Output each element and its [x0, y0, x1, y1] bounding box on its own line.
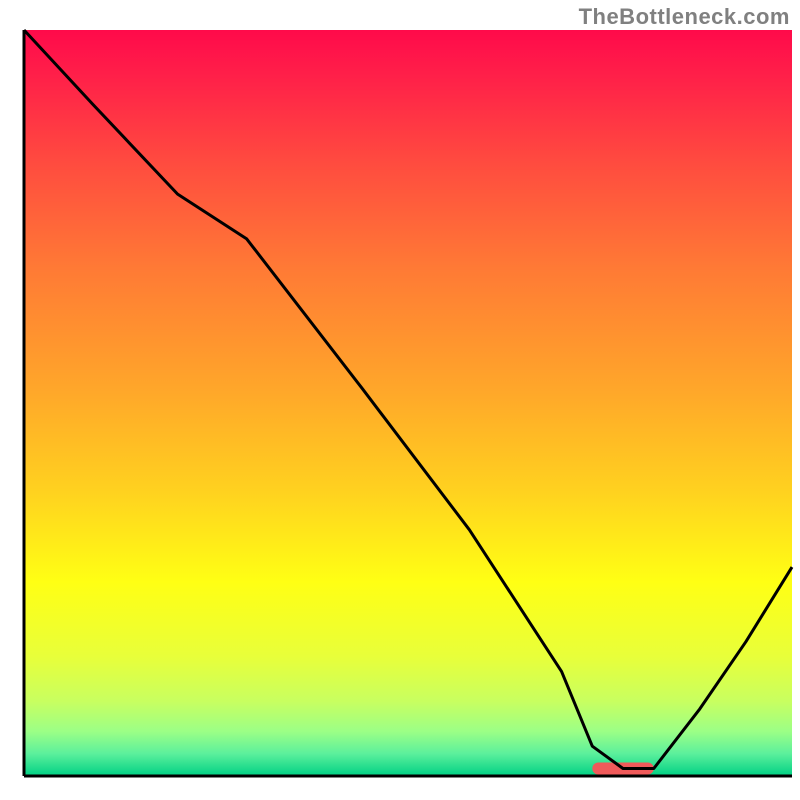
- watermark-text: TheBottleneck.com: [579, 4, 790, 30]
- chart-svg: [0, 0, 800, 800]
- plot-background: [24, 30, 792, 776]
- chart-container: TheBottleneck.com: [0, 0, 800, 800]
